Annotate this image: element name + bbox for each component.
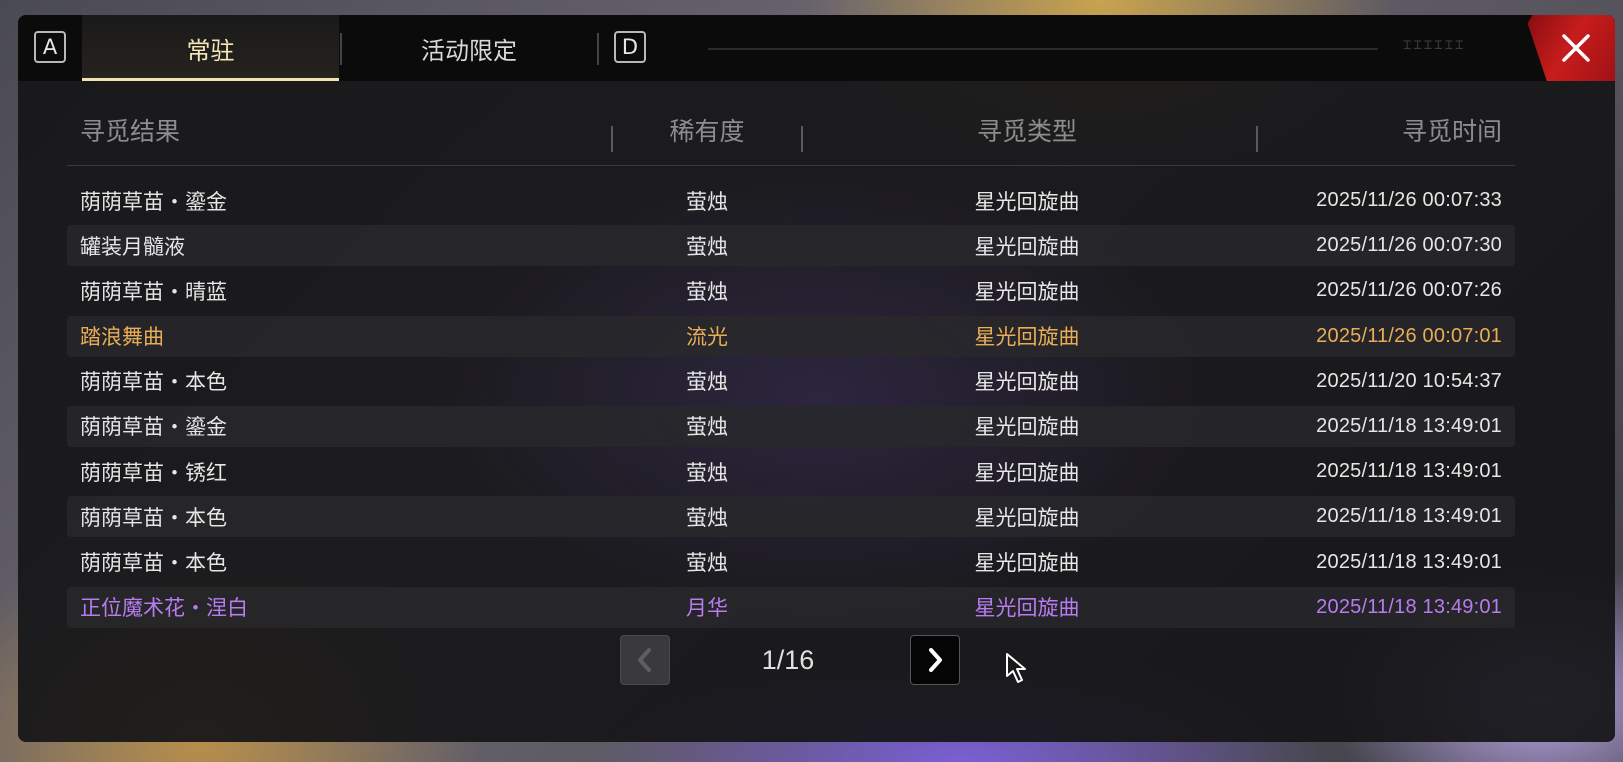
search-time: 2025/11/18 13:49:01 xyxy=(1316,414,1502,437)
close-button[interactable] xyxy=(1524,15,1615,81)
result-name: 荫荫草苗・本色 xyxy=(80,505,227,530)
search-type: 星光回旋曲 xyxy=(974,460,1080,485)
rarity: 萤烛 xyxy=(686,279,728,304)
header-type: 寻觅类型 xyxy=(976,117,1077,146)
search-time: 2025/11/18 13:49:01 xyxy=(1316,595,1502,618)
tab-bar: A 常驻 活动限定 D ⌶⌶⌶⌶⌶⌶ xyxy=(18,15,1615,81)
search-time: 2025/11/18 13:49:01 xyxy=(1316,550,1502,573)
search-time: 2025/11/26 00:07:33 xyxy=(1316,189,1502,211)
table-row: 荫荫草苗・鎏金 萤烛 星光回旋曲 2025/11/18 13:49:01 xyxy=(67,405,1515,447)
result-name: 荫荫草苗・鎏金 xyxy=(80,189,227,214)
search-type: 星光回旋曲 xyxy=(974,370,1080,395)
table-row: 荫荫草苗・晴蓝 萤烛 星光回旋曲 2025/11/26 00:07:26 xyxy=(67,270,1515,311)
result-name: 荫荫草苗・晴蓝 xyxy=(80,279,227,304)
rarity: 萤烛 xyxy=(686,460,728,485)
header-rarity: 稀有度 xyxy=(669,117,745,146)
search-type: 星光回旋曲 xyxy=(974,325,1080,350)
header-time: 寻觅时间 xyxy=(1401,117,1502,146)
tab-limited-event[interactable]: 活动限定 xyxy=(341,15,597,81)
search-type: 星光回旋曲 xyxy=(974,415,1080,440)
rarity: 月华 xyxy=(686,596,728,621)
key-hint-a: A xyxy=(34,31,66,63)
rarity: 萤烛 xyxy=(686,551,728,575)
chevron-left-icon xyxy=(638,648,651,672)
page-indicator: 1/16 xyxy=(761,644,815,675)
search-type: 星光回旋曲 xyxy=(974,189,1080,214)
search-type: 星光回旋曲 xyxy=(974,279,1080,304)
gacha-history-panel: A 常驻 活动限定 D ⌶⌶⌶⌶⌶⌶ 寻觅结果 稀有度 寻觅类型 寻觅时间 荫荫… xyxy=(18,15,1615,742)
result-name: 荫荫草苗・锈红 xyxy=(80,460,227,485)
search-time: 2025/11/18 13:49:01 xyxy=(1316,460,1502,483)
result-name: 正位魔术花・涅白 xyxy=(80,596,248,621)
key-hint-d: D xyxy=(614,31,646,63)
mouse-cursor-icon xyxy=(1006,653,1026,683)
table-row: 正位魔术花・涅白 月华 星光回旋曲 2025/11/18 13:49:01 xyxy=(67,586,1515,628)
header-result: 寻觅结果 xyxy=(80,117,181,146)
search-type: 星光回旋曲 xyxy=(974,234,1080,259)
result-name: 荫荫草苗・本色 xyxy=(80,370,227,395)
next-page-button[interactable] xyxy=(910,635,960,685)
table-row: 罐装月髓液 萤烛 星光回旋曲 2025/11/26 00:07:30 xyxy=(67,225,1515,267)
prev-page-button[interactable] xyxy=(620,635,670,685)
search-type: 星光回旋曲 xyxy=(974,505,1080,530)
search-time: 2025/11/20 10:54:37 xyxy=(1316,369,1502,392)
search-time: 2025/11/26 00:07:26 xyxy=(1316,279,1502,302)
search-time: 2025/11/26 00:07:30 xyxy=(1316,234,1502,257)
search-time: 2025/11/18 13:49:01 xyxy=(1316,505,1502,528)
result-name: 罐装月髓液 xyxy=(80,234,185,259)
rarity: 萤烛 xyxy=(686,189,728,214)
tab-permanent[interactable]: 常驻 xyxy=(82,15,339,81)
table-row: 踏浪舞曲 流光 星光回旋曲 2025/11/26 00:07:01 xyxy=(67,315,1515,357)
tab-label: 常驻 xyxy=(186,36,235,65)
chevron-right-icon xyxy=(929,648,942,672)
header-divider xyxy=(801,126,803,152)
decorative-line xyxy=(708,48,1378,50)
rarity: 萤烛 xyxy=(686,370,728,395)
rarity: 流光 xyxy=(686,325,728,350)
search-type: 星光回旋曲 xyxy=(974,551,1080,575)
table-header: 寻觅结果 稀有度 寻觅类型 寻觅时间 xyxy=(67,95,1515,166)
rarity: 萤烛 xyxy=(686,234,728,259)
table-row: 荫荫草苗・锈红 萤烛 星光回旋曲 2025/11/18 13:49:01 xyxy=(67,451,1515,492)
result-name: 荫荫草苗・本色 xyxy=(80,551,227,575)
table-row: 荫荫草苗・本色 萤烛 星光回旋曲 2025/11/18 13:49:01 xyxy=(67,496,1515,538)
rarity: 萤烛 xyxy=(686,505,728,530)
header-divider xyxy=(611,126,613,152)
pagination: 1/16 xyxy=(18,635,1615,687)
tab-divider xyxy=(597,33,599,65)
table-row: 荫荫草苗・本色 萤烛 星光回旋曲 2025/11/18 13:49:01 xyxy=(67,542,1515,583)
search-time: 2025/11/26 00:07:01 xyxy=(1316,324,1502,347)
rarity: 萤烛 xyxy=(686,415,728,440)
result-name: 踏浪舞曲 xyxy=(80,325,164,350)
tab-label: 活动限定 xyxy=(421,36,517,65)
table-row: 荫荫草苗・本色 萤烛 星光回旋曲 2025/11/20 10:54:37 xyxy=(67,361,1515,402)
decorative-glyphs: ⌶⌶⌶⌶⌶⌶ xyxy=(1403,37,1466,53)
result-name: 荫荫草苗・鎏金 xyxy=(80,415,227,440)
header-divider xyxy=(1256,126,1258,152)
search-type: 星光回旋曲 xyxy=(974,596,1080,621)
table-row: 荫荫草苗・鎏金 萤烛 星光回旋曲 2025/11/26 00:07:33 xyxy=(67,180,1515,221)
table-body: 荫荫草苗・鎏金 萤烛 星光回旋曲 2025/11/26 00:07:33 罐装月… xyxy=(67,180,1515,632)
close-icon xyxy=(1562,34,1590,62)
